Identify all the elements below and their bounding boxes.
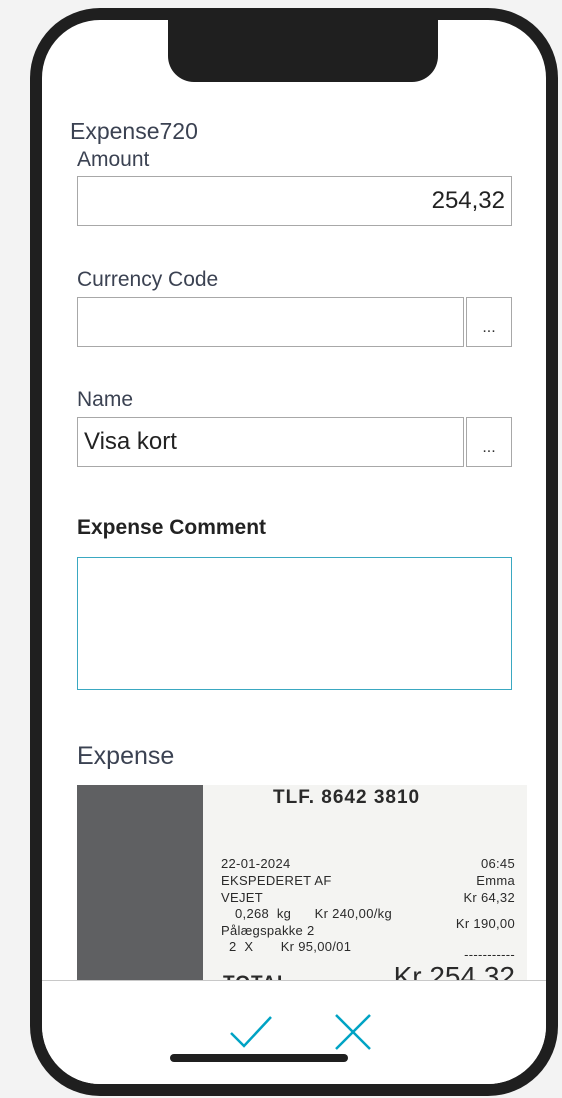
receipt-weighed-amount: Kr 64,32: [463, 890, 515, 905]
amount-field[interactable]: 254,32: [77, 176, 512, 226]
receipt-time: 06:45: [480, 856, 515, 871]
receipt-date: 22-01-2024: [221, 856, 291, 871]
cancel-button[interactable]: [330, 1009, 376, 1055]
close-icon: [335, 1014, 371, 1050]
currency-lookup-label: ...: [482, 319, 496, 336]
page-title: Expense720: [70, 118, 198, 144]
receipt-paper: TLF. 8642 3810 22-01-2024 06:45 EKSPEDER…: [203, 785, 527, 985]
phone-notch: [168, 20, 438, 82]
amount-value: 254,32: [431, 187, 505, 214]
currency-code-field[interactable]: [77, 297, 464, 347]
currency-lookup-button[interactable]: ...: [466, 297, 512, 347]
receipt-weight-line: 0,268 kg Kr 240,00/kg: [235, 906, 392, 921]
receipt-served-by: Emma: [476, 873, 515, 888]
home-indicator: [170, 1054, 348, 1062]
receipt-phone: TLF. 8642 3810: [273, 787, 421, 808]
phone-screen: Expense720 Amount 254,32 Currency Code .…: [42, 20, 546, 1084]
name-label: Name: [77, 388, 134, 411]
expense-comment-label: Expense Comment: [77, 516, 267, 539]
name-value: Visa kort: [84, 428, 177, 455]
receipt-weighed-label: VEJET: [221, 890, 263, 905]
confirm-button[interactable]: [228, 1009, 274, 1055]
name-lookup-button[interactable]: ...: [466, 417, 512, 467]
name-field[interactable]: Visa kort: [77, 417, 464, 467]
checkmark-icon: [230, 1016, 272, 1048]
phone-frame: Expense720 Amount 254,32 Currency Code .…: [30, 8, 558, 1096]
name-lookup-label: ...: [482, 439, 496, 456]
receipt-served-by-label: EKSPEDERET AF: [221, 873, 332, 888]
receipt-image[interactable]: TLF. 8642 3810 22-01-2024 06:45 EKSPEDER…: [77, 785, 527, 985]
currency-code-label: Currency Code: [77, 268, 219, 291]
expense-section-title: Expense: [77, 742, 175, 770]
receipt-item-name: Pålægspakke 2: [221, 923, 315, 938]
receipt-qty-line: 2 X Kr 95,00/01: [229, 939, 352, 954]
amount-label: Amount: [77, 148, 150, 171]
expense-comment-input[interactable]: [77, 557, 512, 690]
bottom-action-bar: [42, 980, 546, 1084]
receipt-separator: -----------: [464, 947, 515, 962]
receipt-item-amount: Kr 190,00: [455, 916, 515, 931]
